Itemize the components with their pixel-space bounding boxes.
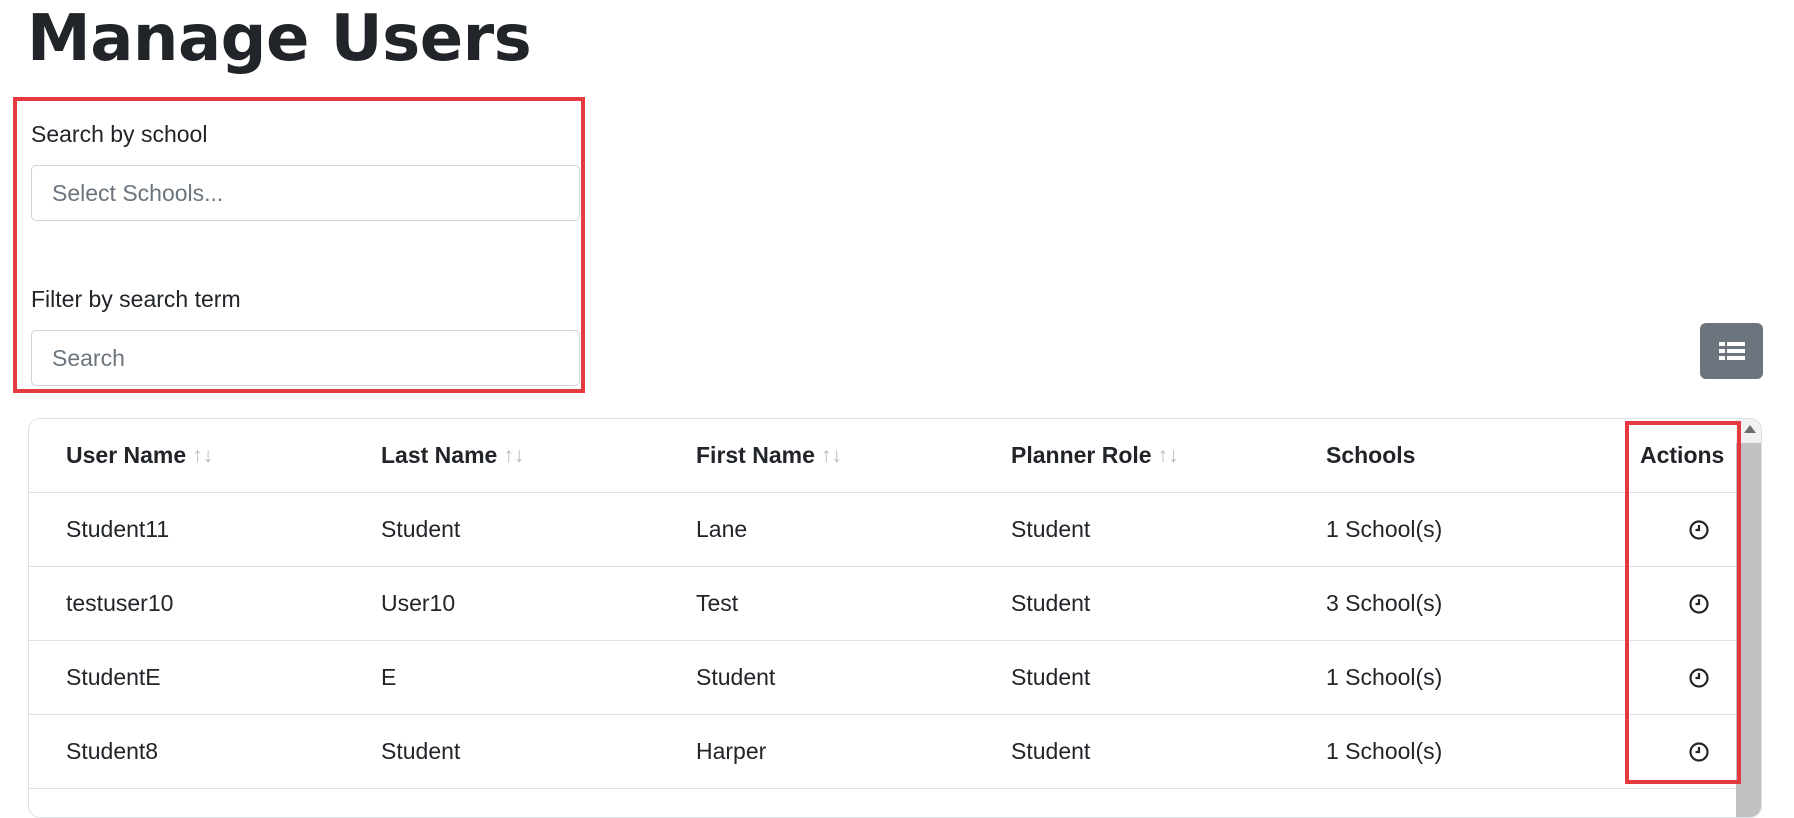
cell-schools: 1 School(s) [1326, 738, 1443, 764]
cell-last-name: User10 [381, 590, 456, 616]
sort-icon: ↑↓ [1157, 443, 1179, 467]
cell-last-name: Student [381, 516, 461, 542]
table-row[interactable]: Student11 Student Lane Student 1 School(… [29, 493, 1736, 567]
cell-user-name: Student8 [66, 738, 159, 764]
history-action-button[interactable] [1669, 567, 1729, 640]
cell-schools: 3 School(s) [1326, 590, 1443, 616]
school-filter-label: Search by school [31, 121, 208, 147]
table-scrollbar[interactable] [1736, 419, 1761, 817]
table-row[interactable]: StudentE E Student Student 1 School(s) [29, 641, 1736, 715]
column-header-label: Last Name [381, 442, 498, 468]
column-header-planner-role[interactable]: Planner Role ↑↓ [1011, 419, 1179, 492]
column-header-user-name[interactable]: User Name ↑↓ [66, 419, 213, 492]
clock-icon [1689, 667, 1709, 688]
cell-user-name: testuser10 [66, 590, 174, 616]
users-table: User Name ↑↓ Last Name ↑↓ First Name ↑↓ Pla… [28, 418, 1762, 818]
cell-schools: 1 School(s) [1326, 516, 1443, 542]
history-action-button[interactable] [1669, 641, 1729, 714]
table-row[interactable]: Student8 Student Harper Student 1 School… [29, 715, 1736, 789]
list-icon [1718, 342, 1745, 360]
cell-first-name: Lane [696, 516, 748, 542]
page-title: Manage Users [27, 2, 532, 76]
sort-icon: ↑↓ [820, 443, 842, 467]
scroll-up-arrow-icon[interactable] [1744, 425, 1756, 433]
history-action-button[interactable] [1669, 493, 1729, 566]
cell-user-name: StudentE [66, 664, 161, 690]
column-header-last-name[interactable]: Last Name ↑↓ [381, 419, 524, 492]
table-row[interactable]: testuser10 User10 Test Student 3 School(… [29, 567, 1736, 641]
cell-planner-role: Student [1011, 738, 1091, 764]
cell-planner-role: Student [1011, 590, 1091, 616]
clock-icon [1689, 741, 1709, 762]
column-header-first-name[interactable]: First Name ↑↓ [696, 419, 842, 492]
column-header-actions: Actions [1640, 419, 1724, 492]
cell-first-name: Harper [696, 738, 767, 764]
cell-planner-role: Student [1011, 516, 1091, 542]
column-header-label: First Name [696, 442, 815, 468]
column-toggle-button[interactable] [1700, 323, 1763, 379]
sort-icon: ↑↓ [192, 443, 214, 467]
cell-schools: 1 School(s) [1326, 664, 1443, 690]
cell-first-name: Test [696, 590, 739, 616]
search-term-label: Filter by search term [31, 286, 241, 312]
filters-highlight-box: Search by school Filter by search term [13, 97, 585, 393]
clock-icon [1689, 593, 1709, 614]
cell-last-name: Student [381, 738, 461, 764]
table-header-row: User Name ↑↓ Last Name ↑↓ First Name ↑↓ Pla… [29, 419, 1736, 493]
sort-icon: ↑↓ [503, 443, 525, 467]
clock-icon [1689, 519, 1709, 540]
cell-first-name: Student [696, 664, 776, 690]
history-action-button[interactable] [1669, 715, 1729, 788]
school-select-input[interactable] [31, 165, 580, 221]
column-header-label: Actions [1640, 442, 1725, 468]
cell-user-name: Student11 [66, 516, 170, 542]
column-header-schools: Schools [1326, 419, 1415, 492]
cell-planner-role: Student [1011, 664, 1091, 690]
cell-last-name: E [381, 664, 397, 690]
column-header-label: Planner Role [1011, 442, 1152, 468]
column-header-label: Schools [1326, 442, 1416, 468]
search-input[interactable] [31, 330, 580, 386]
column-header-label: User Name [66, 442, 187, 468]
